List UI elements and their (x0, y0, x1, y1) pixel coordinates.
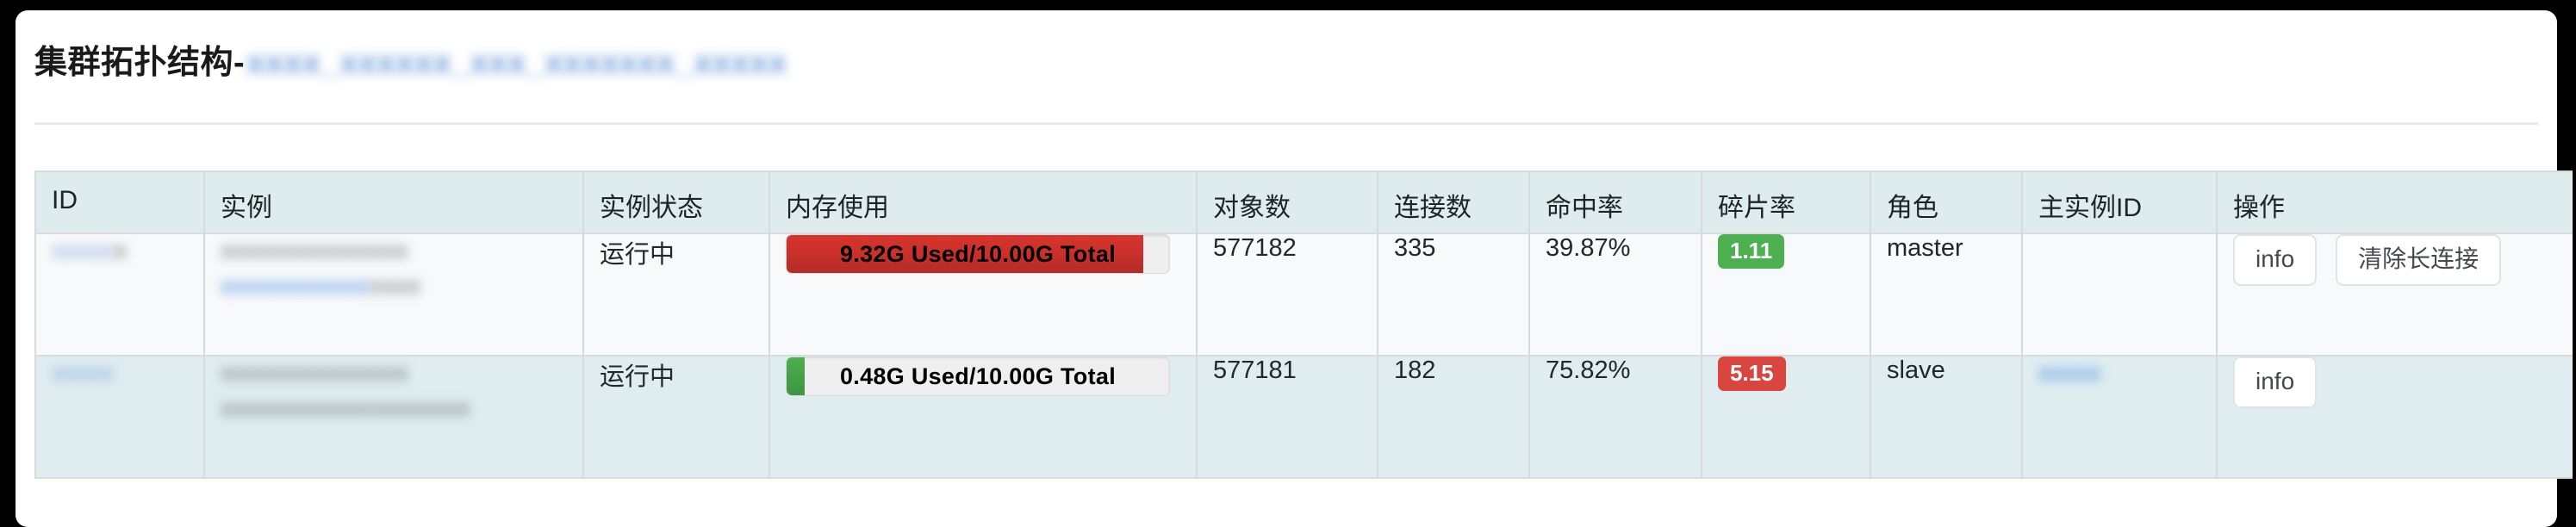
instance-id-suffix-redacted: x (114, 237, 128, 264)
column-header-hit-rate[interactable]: 命中率 (1529, 170, 1702, 234)
column-header-state[interactable]: 实例状态 (583, 170, 770, 234)
topology-table-container: ID 实例 实例状态 内存使用 对象数 连接数 命中率 碎片率 角色 主实例ID… (34, 170, 2573, 479)
instance-endpoint-link[interactable]: xxxxxxxxxxxx (221, 270, 370, 303)
table-header-row: ID 实例 实例状态 内存使用 对象数 连接数 命中率 碎片率 角色 主实例ID… (34, 170, 2573, 234)
cell-memory: 9.32G Used/10.00G Total (769, 233, 1198, 356)
column-header-master-id[interactable]: 主实例ID (2022, 170, 2218, 234)
column-header-instance[interactable]: 实例 (204, 170, 584, 234)
cell-id: xxxxxx (34, 233, 205, 356)
table-row[interactable]: xxxxxx xxxxxxxxxxxxxxx x xxxxxxxxxxxxxxx … (34, 233, 2573, 356)
instance-port-redacted: xxxx (370, 272, 420, 301)
cell-state: 运行中 (583, 356, 770, 479)
cell-memory: 0.48G Used/10.00G Total (769, 356, 1198, 479)
column-header-fragmentation[interactable]: 碎片率 (1702, 170, 1871, 234)
page-card: 集群拓扑结构-xxxx_xxxxxx_xxx_xxxxxxx_xxxxx ID … (16, 10, 2573, 527)
cell-instance: xxxxxxxxxxxxxxx xxxxxxxxxxxxxxxxxxxx (204, 356, 584, 479)
instance-line-1: xxxxxxxxxxxxxxx (221, 359, 408, 387)
memory-usage-label: 9.32G Used/10.00G Total (839, 240, 1117, 267)
info-button[interactable]: info (2233, 356, 2318, 408)
instance-port-redacted: xxxxxxxx (370, 394, 470, 423)
info-button[interactable]: info (2233, 234, 2318, 286)
cell-fragmentation: 1.11 (1702, 233, 1871, 356)
cell-operations: info (2217, 356, 2573, 479)
cell-state: 运行中 (583, 233, 770, 356)
master-id-redacted[interactable]: xxxxx (2038, 356, 2101, 390)
table-body: xxxxxx xxxxxxxxxxxxxxx xxxxxxxxxxxxxxxx … (34, 233, 2573, 479)
cell-connections: 335 (1378, 233, 1530, 356)
column-header-role[interactable]: 角色 (1870, 170, 2023, 234)
memory-usage-bar: 9.32G Used/10.00G Total (786, 234, 1170, 274)
column-header-id[interactable]: ID (34, 170, 205, 234)
cell-objects: 577181 (1197, 356, 1378, 479)
column-header-memory[interactable]: 内存使用 (769, 170, 1198, 234)
instance-line-2: xxxxxxxxxxxxxxxx (221, 268, 567, 304)
cell-role: master (1870, 233, 2023, 356)
instance-endpoint-redacted: xxxxxxxxxxxx (221, 394, 370, 423)
memory-usage-label: 0.48G Used/10.00G Total (839, 363, 1117, 389)
clear-long-connection-button[interactable]: 清除长连接 (2336, 234, 2502, 286)
cell-master-id: xxxxx (2022, 356, 2218, 479)
instance-id-redacted: xxxxx (52, 237, 115, 264)
instance-detail: xxxxxxxxxxxxxxx xxxxxxxxxxxxxxxx (221, 234, 567, 304)
cell-role: slave (1870, 356, 2023, 479)
cell-instance: xxxxxxxxxxxxxxx xxxxxxxxxxxxxxxx (204, 233, 584, 356)
column-header-connections[interactable]: 连接数 (1378, 170, 1530, 234)
cell-id: xxxxx (34, 356, 205, 479)
memory-usage-bar: 0.48G Used/10.00G Total (786, 356, 1170, 396)
title-area: 集群拓扑结构-xxxx_xxxxxx_xxx_xxxxxxx_xxxxx (16, 10, 2557, 88)
instance-line-2: xxxxxxxxxxxxxxxxxxxx (221, 390, 567, 426)
cell-hit-rate: 39.87% (1529, 233, 1702, 356)
table-head: ID 实例 实例状态 内存使用 对象数 连接数 命中率 碎片率 角色 主实例ID… (34, 170, 2573, 234)
page-title-label: 集群拓扑结构- (34, 45, 246, 81)
column-header-objects[interactable]: 对象数 (1197, 170, 1378, 234)
cell-fragmentation: 5.15 (1702, 356, 1871, 479)
page-title: 集群拓扑结构-xxxx_xxxxxx_xxx_xxxxxxx_xxxxx (34, 41, 2557, 85)
page-title-cluster-name: xxxx_xxxxxx_xxx_xxxxxxx_xxxxx (246, 45, 787, 81)
fragmentation-badge: 1.11 (1718, 234, 1785, 269)
cell-connections: 182 (1378, 356, 1530, 479)
fragmentation-badge: 5.15 (1718, 356, 1786, 391)
title-divider (34, 122, 2538, 125)
cell-master-id (2022, 233, 2218, 356)
cell-operations: info 清除长连接 (2217, 233, 2573, 356)
instance-line-1: xxxxxxxxxxxxxxx (221, 237, 408, 264)
topology-table: ID 实例 实例状态 内存使用 对象数 连接数 命中率 碎片率 角色 主实例ID… (34, 170, 2573, 479)
instance-id-redacted: xxxxx (52, 359, 115, 387)
column-header-operations[interactable]: 操作 (2217, 170, 2573, 234)
cell-hit-rate: 75.82% (1529, 356, 1702, 479)
instance-detail: xxxxxxxxxxxxxxx xxxxxxxxxxxxxxxxxxxx (221, 356, 567, 426)
table-row[interactable]: xxxxx xxxxxxxxxxxxxxx xxxxxxxxxxxxxxxxxx… (34, 356, 2573, 479)
cell-objects: 577182 (1197, 233, 1378, 356)
